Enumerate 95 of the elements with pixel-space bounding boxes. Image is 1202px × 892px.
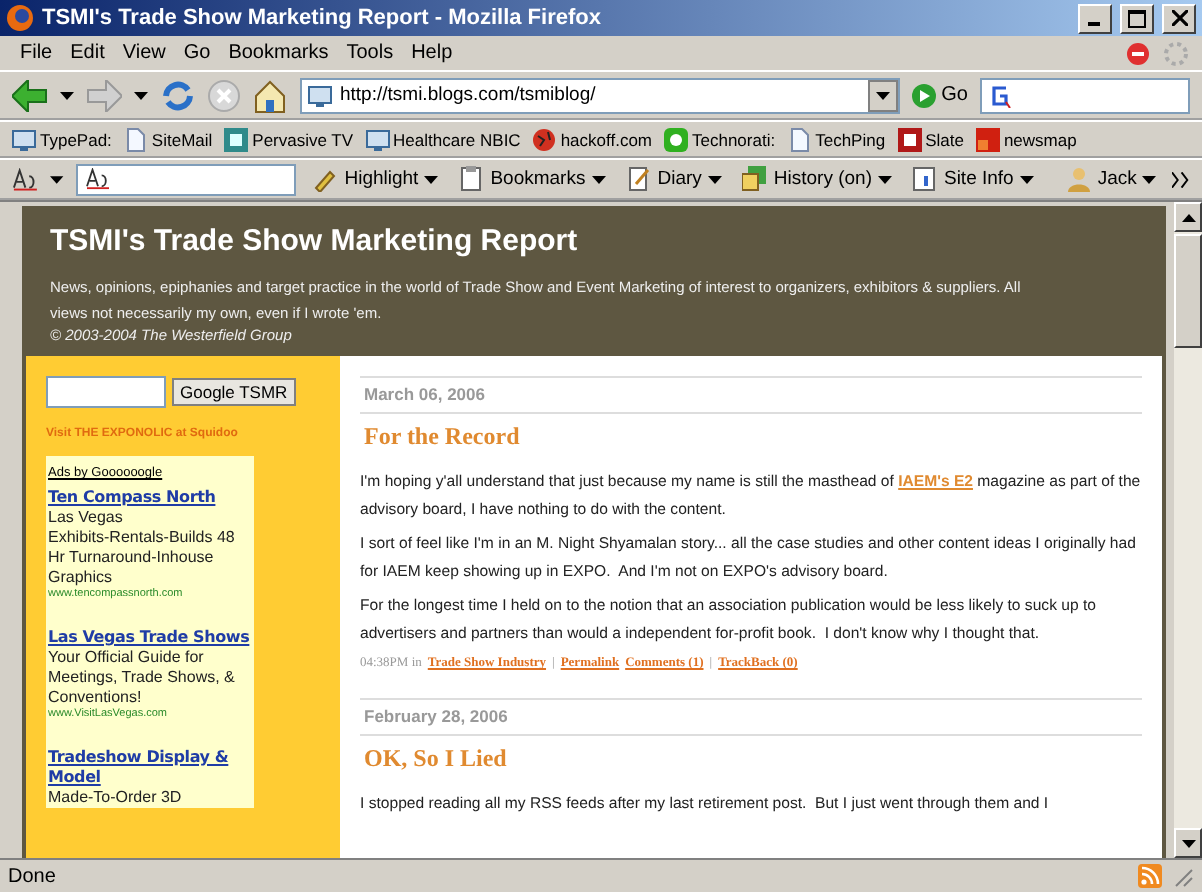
- ad-text: Made-To-Order 3D: [48, 788, 182, 808]
- address-input[interactable]: http://tsmi.blogs.com/tsmiblog/: [340, 84, 860, 106]
- go-button[interactable]: Go: [911, 83, 968, 107]
- reload-icon[interactable]: [160, 77, 196, 113]
- monitor-icon: [308, 83, 332, 107]
- throbber-icon: [1162, 39, 1190, 67]
- scrollbar[interactable]: [1174, 202, 1202, 858]
- bookmark-item[interactable]: TechPing: [787, 127, 886, 151]
- page-icon: [123, 127, 148, 151]
- monitor-icon: [12, 127, 36, 151]
- ad-title-link[interactable]: Las Vegas Trade Shows: [48, 628, 250, 648]
- history-icon: [741, 166, 768, 192]
- person-icon: [1065, 166, 1092, 192]
- ad-text: Exhibits-Rentals-Builds 48: [48, 528, 235, 548]
- blog-title: TSMI's Trade Show Marketing Report: [50, 224, 580, 258]
- menu-item[interactable]: File: [12, 42, 63, 64]
- dropdown-caret-icon: [1019, 175, 1034, 183]
- bookmark-item[interactable]: Slate: [897, 127, 964, 151]
- window-title: TSMI's Trade Show Marketing Report - Mozilla Firefox: [42, 6, 603, 30]
- home-icon[interactable]: [252, 77, 288, 113]
- bookmark-item[interactable]: newsmap: [975, 127, 1077, 151]
- back-arrow-icon[interactable]: [12, 79, 48, 111]
- dropdown-caret-icon: [424, 175, 439, 183]
- toolbar-menu-button[interactable]: Highlight: [308, 166, 443, 192]
- browser-logo-icon: [6, 4, 34, 32]
- chevron-icon[interactable]: [1172, 171, 1190, 187]
- ad-text: Your Official Guide for: [48, 648, 204, 668]
- toolbar-menu-button[interactable]: History (on): [737, 166, 896, 192]
- spellcheck-icon: [84, 168, 113, 190]
- dropdown-caret-icon: [134, 91, 148, 99]
- toolbar-search-field[interactable]: [76, 163, 297, 195]
- user-menu-button[interactable]: Jack: [1061, 166, 1161, 192]
- post-date: March 06, 2006: [360, 376, 1142, 414]
- globe-icon: [532, 127, 557, 151]
- dropdown-caret-icon: [1181, 839, 1195, 847]
- monitor-icon: [365, 127, 390, 151]
- feed-icon: [1138, 864, 1162, 888]
- dropdown-caret-icon: [707, 175, 722, 183]
- clipboard-icon: [458, 166, 485, 192]
- dropdown-caret-icon: [1142, 175, 1157, 183]
- ad-text: Hr Turnaround-Inhouse: [48, 548, 214, 568]
- bookmark-item[interactable]: Pervasive TV: [224, 127, 354, 151]
- minimize-button[interactable]: [1078, 3, 1112, 33]
- toolbar-menu-button[interactable]: Bookmarks: [454, 166, 610, 192]
- dropdown-caret-icon: [50, 175, 65, 183]
- ad-title-link[interactable]: Ten Compass North: [48, 488, 216, 508]
- scroll-down-button[interactable]: [1174, 828, 1202, 858]
- dropdown-caret-icon: [591, 175, 606, 183]
- highlighter-icon: [312, 166, 339, 192]
- bookmark-item[interactable]: TypePad:: [12, 127, 112, 151]
- address-dropdown-button[interactable]: [867, 79, 898, 111]
- search-field[interactable]: [980, 77, 1190, 113]
- maximize-icon: [1128, 9, 1146, 27]
- resize-grip-icon: [1170, 864, 1194, 888]
- status-text: Done: [8, 865, 58, 887]
- bookmark-item[interactable]: hackoff.com: [532, 127, 652, 151]
- bookmark-item[interactable]: Technorati:: [664, 127, 776, 151]
- address-bar[interactable]: http://tsmi.blogs.com/tsmiblog/: [300, 77, 900, 113]
- maximize-button[interactable]: [1120, 3, 1154, 33]
- toolbar-menu-button[interactable]: Site Info: [907, 166, 1038, 192]
- spellcheck-icon: [12, 167, 39, 191]
- post-title: OK, So I Lied: [364, 744, 509, 774]
- search-engine-icon: [988, 83, 1012, 107]
- page-icon: [787, 127, 812, 151]
- close-button[interactable]: [1162, 3, 1196, 33]
- ad-text: Graphics: [48, 568, 113, 588]
- tv-icon: [224, 127, 249, 151]
- bookmark-item[interactable]: SiteMail: [123, 127, 213, 151]
- ad-title-link[interactable]: Tradeshow Display & Model: [48, 748, 252, 788]
- menu-item[interactable]: Edit: [62, 42, 115, 64]
- notepad-icon: [625, 166, 652, 192]
- post-date: February 28, 2006: [360, 698, 1142, 736]
- search-input[interactable]: [46, 376, 166, 408]
- menu-item[interactable]: View: [114, 42, 176, 64]
- up-caret-icon: [1181, 213, 1195, 221]
- menu-item[interactable]: Help: [403, 42, 463, 64]
- ad-text: Las Vegas: [48, 508, 123, 528]
- info-page-icon: [911, 166, 938, 192]
- dropdown-caret-icon: [875, 91, 890, 99]
- toolbar-menu-button[interactable]: Diary: [621, 166, 726, 192]
- scroll-thumb[interactable]: [1174, 234, 1202, 348]
- ad-text: Conventions!: [48, 688, 142, 708]
- speech-bubble-icon: [664, 127, 688, 151]
- menu-item[interactable]: Bookmarks: [220, 42, 339, 64]
- menu-item[interactable]: Tools: [338, 42, 404, 64]
- search-button[interactable]: Google TSMR: [172, 378, 296, 406]
- scroll-up-button[interactable]: [1174, 202, 1202, 232]
- post-title: For the Record: [364, 422, 522, 452]
- close-icon: [1171, 10, 1187, 26]
- menu-item[interactable]: Go: [175, 42, 221, 64]
- alert-icon: [1126, 41, 1150, 65]
- dropdown-caret-icon: [60, 91, 74, 99]
- bookmark-item[interactable]: Healthcare NBIC: [365, 127, 521, 151]
- dropdown-caret-icon: [877, 175, 892, 183]
- ad-text: Meetings, Trade Shows, &: [48, 668, 235, 688]
